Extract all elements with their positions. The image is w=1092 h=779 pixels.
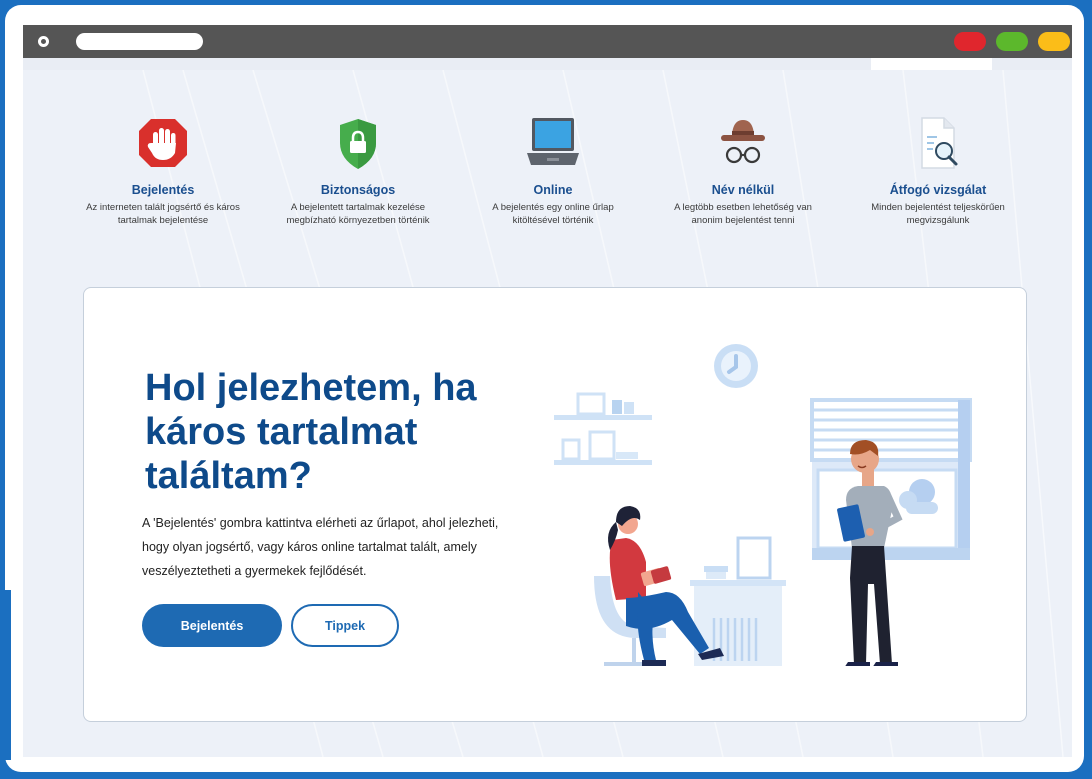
report-button[interactable]: Bejelentés [142, 604, 282, 647]
document-search-icon [921, 117, 958, 169]
browser-menu-icon[interactable] [38, 36, 49, 47]
feature-description: Az interneten talált jogsértő és káros t… [86, 202, 240, 226]
feature-title: Bejelentés [131, 183, 195, 197]
maximize-window-button[interactable] [996, 32, 1028, 51]
side-tab [0, 590, 11, 760]
tips-button[interactable]: Tippek [291, 604, 399, 647]
laptop-icon [527, 118, 579, 165]
feature-title: Átfogó vizsgálat [889, 183, 987, 197]
window-illustration [810, 398, 972, 560]
close-window-button[interactable] [954, 32, 986, 51]
minimize-window-button[interactable] [1038, 32, 1070, 51]
hero-card: Hol jelezhetem, ha káros tartalmat talál… [83, 287, 1027, 722]
shelves-illustration [554, 392, 652, 465]
top-strip [23, 58, 1072, 70]
feature-title: Biztonságos [320, 183, 396, 197]
feature-anonymous: Név nélkül A legtöbb esetben lehetőség v… [648, 115, 838, 227]
feature-description: A legtöbb esetben lehetőség van anonim b… [674, 202, 812, 226]
feature-description: A bejelentés egy online űrlap kitöltésév… [492, 202, 614, 226]
office-illustration [554, 344, 972, 666]
feature-secure: Biztonságos A bejelentett tartalmak keze… [263, 115, 453, 227]
stop-hand-icon [139, 119, 187, 167]
browser-titlebar [23, 25, 1072, 58]
feature-title: Online [533, 183, 573, 197]
address-bar[interactable] [76, 33, 203, 50]
browser-window: Bejelentés Az interneten talált jogsértő… [23, 25, 1072, 757]
feature-description: Minden bejelentést teljeskörűen megvizsg… [871, 202, 1005, 226]
hero-heading: Hol jelezhetem, ha káros tartalmat talál… [145, 367, 477, 497]
shield-lock-icon [340, 119, 376, 169]
feature-description: A bejelentett tartalmak kezelése megbízh… [286, 202, 430, 226]
feature-title: Név nélkül [711, 183, 775, 197]
feature-thorough: Átfogó vizsgálat Minden bejelentést telj… [843, 115, 1033, 227]
wall-clock-illustration [714, 344, 758, 388]
feature-online: Online A bejelentés egy online űrlap kit… [458, 115, 648, 227]
incognito-icon [721, 120, 765, 164]
hero-description: A 'Bejelentés' gombra kattintva elérheti… [142, 516, 499, 578]
feature-reporting: Bejelentés Az interneten talált jogsértő… [68, 115, 258, 227]
top-strip-tab [871, 58, 992, 70]
